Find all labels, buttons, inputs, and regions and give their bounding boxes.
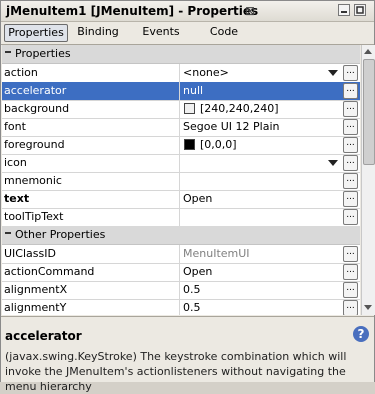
property-value[interactable]: 0.5	[183, 283, 328, 296]
property-name: actionCommand	[4, 265, 95, 278]
title-bar: jMenuItem1 [JMenuItem] - Properties ⊠	[1, 1, 374, 22]
color-swatch	[184, 103, 195, 114]
description-panel: accelerator ? (javax.swing.KeyStroke) Th…	[1, 316, 374, 393]
property-row-alignmentx[interactable]: alignmentX 0.5 ...	[2, 281, 360, 300]
ellipsis-button[interactable]: ...	[343, 264, 358, 280]
ellipsis-button[interactable]: ...	[343, 209, 358, 225]
property-name: text	[4, 192, 30, 205]
tab-code[interactable]: Code	[206, 24, 242, 40]
property-name: alignmentX	[4, 283, 68, 296]
property-name: alignmentY	[4, 301, 67, 314]
section-label: Other Properties	[15, 228, 106, 241]
ellipsis-button[interactable]: ...	[343, 246, 358, 262]
column-divider	[179, 82, 180, 100]
dropdown-arrow-icon[interactable]	[328, 70, 338, 76]
column-divider	[179, 100, 180, 118]
ellipsis-button[interactable]: ...	[343, 173, 358, 189]
column-divider	[179, 263, 180, 281]
property-value[interactable]: [240,240,240]	[200, 102, 345, 115]
column-divider	[179, 154, 180, 172]
properties-window: jMenuItem1 [JMenuItem] - Properties ⊠ Pr…	[0, 0, 375, 393]
property-value: MenuItemUI	[183, 247, 250, 260]
property-name: icon	[4, 156, 27, 169]
column-divider	[179, 118, 180, 136]
collapse-icon[interactable]	[5, 232, 11, 234]
ellipsis-button[interactable]: ...	[343, 137, 358, 153]
property-row-mnemonic[interactable]: mnemonic ...	[2, 172, 360, 191]
section-label: Properties	[15, 47, 71, 60]
section-other-properties[interactable]: Other Properties	[2, 226, 360, 245]
property-value[interactable]: [0,0,0]	[200, 138, 345, 151]
property-name: mnemonic	[4, 174, 62, 187]
column-divider	[179, 299, 180, 315]
property-value[interactable]: Open	[183, 265, 328, 278]
tab-properties[interactable]: Properties	[4, 24, 68, 42]
ellipsis-button[interactable]: ...	[343, 155, 358, 171]
column-divider	[179, 190, 180, 208]
collapse-icon[interactable]	[5, 51, 11, 53]
property-name: accelerator	[4, 84, 67, 97]
ellipsis-button[interactable]: ...	[343, 101, 358, 117]
maximize-icon[interactable]	[354, 4, 366, 16]
property-value[interactable]: 0.5	[183, 301, 328, 314]
property-name: foreground	[4, 138, 65, 151]
ellipsis-button[interactable]: ...	[343, 65, 358, 81]
property-row-alignmenty[interactable]: alignmentY 0.5 ...	[2, 299, 360, 315]
property-value[interactable]: null	[183, 84, 328, 97]
property-row-text[interactable]: text Open ...	[2, 190, 360, 209]
ellipsis-button[interactable]: ...	[343, 119, 358, 135]
dropdown-arrow-icon[interactable]	[328, 160, 338, 166]
property-value[interactable]: Open	[183, 192, 328, 205]
column-divider	[179, 64, 180, 82]
property-row-tooltiptext[interactable]: toolTipText ...	[2, 208, 360, 227]
tab-events[interactable]: Events	[139, 24, 183, 40]
property-row-background[interactable]: background [240,240,240] ...	[2, 100, 360, 119]
minimize-icon[interactable]	[338, 4, 350, 16]
help-icon[interactable]: ?	[353, 326, 369, 342]
scroll-up-icon[interactable]	[364, 49, 372, 54]
property-name: background	[4, 102, 70, 115]
ellipsis-button[interactable]: ...	[343, 300, 358, 315]
property-row-action[interactable]: action <none> ...	[2, 64, 360, 83]
column-divider	[179, 136, 180, 154]
property-name: font	[4, 120, 26, 133]
property-row-uiclassid[interactable]: UIClassID MenuItemUI ...	[2, 245, 360, 264]
scroll-down-icon[interactable]	[364, 305, 372, 310]
column-divider	[179, 281, 180, 299]
property-value[interactable]: <none>	[183, 66, 328, 79]
description-text: (javax.swing.KeyStroke) The keystroke co…	[5, 350, 347, 393]
description-title: accelerator	[5, 329, 82, 343]
property-row-accelerator[interactable]: accelerator null ...	[2, 82, 360, 101]
property-name: UIClassID	[4, 247, 56, 260]
property-row-icon[interactable]: icon ...	[2, 154, 360, 173]
scrollbar-thumb[interactable]	[363, 59, 375, 165]
column-divider	[179, 245, 180, 263]
tab-bar: Properties Binding Events Code	[1, 22, 374, 45]
property-sheet: Properties action <none> ... accelerator…	[2, 45, 360, 315]
tab-binding[interactable]: Binding	[75, 24, 121, 40]
property-row-actioncommand[interactable]: actionCommand Open ...	[2, 263, 360, 282]
column-divider	[179, 172, 180, 190]
window-title: jMenuItem1 [JMenuItem] - Properties	[6, 4, 259, 18]
property-name: action	[4, 66, 38, 79]
property-row-foreground[interactable]: foreground [0,0,0] ...	[2, 136, 360, 155]
vertical-scrollbar[interactable]	[361, 45, 375, 315]
ellipsis-button[interactable]: ...	[343, 282, 358, 298]
ellipsis-button[interactable]: ...	[343, 191, 358, 207]
column-divider	[179, 208, 180, 226]
property-value[interactable]: Segoe UI 12 Plain	[183, 120, 328, 133]
ellipsis-button[interactable]: ...	[343, 83, 358, 99]
color-swatch	[184, 139, 195, 150]
close-icon[interactable]: ⊠	[245, 4, 255, 18]
property-name: toolTipText	[4, 210, 64, 223]
section-properties[interactable]: Properties	[2, 45, 360, 64]
property-row-font[interactable]: font Segoe UI 12 Plain ...	[2, 118, 360, 137]
